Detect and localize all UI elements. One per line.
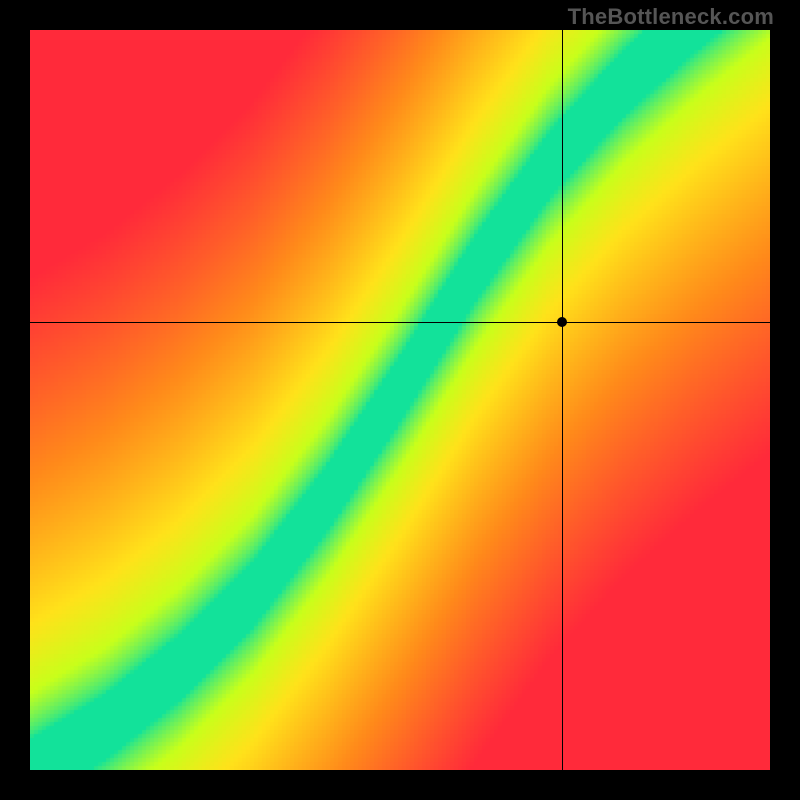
data-point-marker: [557, 317, 567, 327]
crosshair-vertical: [562, 30, 563, 770]
heatmap-canvas: [30, 30, 770, 770]
chart-frame: TheBottleneck.com: [0, 0, 800, 800]
heatmap-plot: [30, 30, 770, 770]
crosshair-horizontal: [30, 322, 770, 323]
branding-watermark: TheBottleneck.com: [568, 4, 774, 30]
